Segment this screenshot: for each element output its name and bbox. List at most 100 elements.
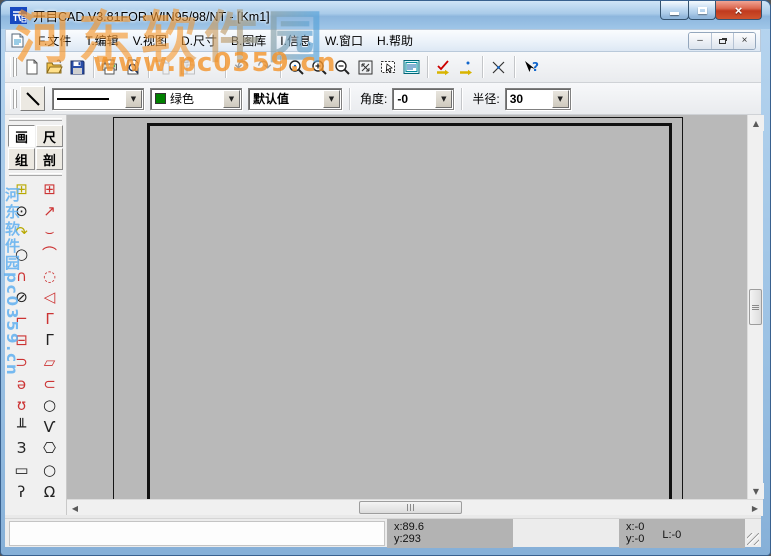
scroll-left-button[interactable]: ◀: [67, 500, 83, 516]
save-file-button[interactable]: [66, 56, 89, 79]
resize-grip[interactable]: [747, 533, 759, 545]
tool-thread[interactable]: ╨: [8, 417, 36, 439]
chevron-down-icon[interactable]: ▼: [323, 89, 340, 108]
copy-button[interactable]: [153, 56, 176, 79]
horizontal-scrollbar[interactable]: ◀ ▶: [67, 499, 763, 516]
tool-zigzag[interactable]: З: [8, 438, 36, 460]
tool-fillet[interactable]: ⌐: [8, 309, 36, 331]
paste-button[interactable]: [176, 56, 199, 79]
tool-circle-2[interactable]: ○: [36, 460, 64, 482]
tool-circle[interactable]: ○: [8, 244, 36, 266]
separator: [482, 56, 483, 78]
tool-ellipse[interactable]: ○: [36, 395, 64, 417]
tool-grid-point-red[interactable]: ⊞: [36, 179, 64, 201]
chevron-down-icon[interactable]: ▼: [551, 89, 569, 108]
menu-help[interactable]: H.帮助: [370, 30, 420, 51]
tool-arc-point[interactable]: ⌣: [36, 222, 64, 244]
vertical-scrollbar[interactable]: ▲ ▼: [747, 115, 764, 499]
apply-check-button[interactable]: [432, 56, 455, 79]
menu-info[interactable]: I.信息: [273, 30, 318, 51]
menu-window[interactable]: W.窗口: [318, 30, 370, 51]
chevron-down-icon[interactable]: ▼: [223, 89, 240, 108]
new-file-button[interactable]: [20, 56, 43, 79]
tab-group[interactable]: 组: [8, 148, 35, 170]
minimize-button[interactable]: [660, 1, 689, 20]
menu-file[interactable]: F.文件: [31, 30, 78, 51]
tool-circle-dashed[interactable]: ◌: [36, 265, 64, 287]
context-help-button[interactable]: ?: [519, 56, 542, 79]
menu-edit[interactable]: T.编辑: [78, 30, 125, 51]
print-button[interactable]: [98, 56, 121, 79]
vertical-scroll-thumb[interactable]: [749, 289, 762, 325]
close-button[interactable]: ×: [715, 1, 762, 20]
tool-arc-top[interactable]: ⌒: [36, 244, 64, 266]
print-icon: [102, 59, 117, 75]
tab-section[interactable]: 剖: [36, 148, 63, 170]
scroll-up-button[interactable]: ▲: [748, 115, 764, 131]
tool-circle-slash[interactable]: ⊘: [8, 287, 36, 309]
maximize-button[interactable]: [688, 1, 716, 20]
mdi-restore-button[interactable]: [711, 33, 733, 49]
tool-grid-point-yellow[interactable]: ⊞: [8, 179, 36, 201]
menu-view[interactable]: V.视图: [126, 30, 174, 51]
open-file-button[interactable]: [43, 56, 66, 79]
undo-button[interactable]: ↶: [230, 56, 253, 79]
menu-dimension[interactable]: D.尺寸: [174, 30, 224, 51]
tool-chamfer[interactable]: Γ: [36, 309, 64, 331]
tool-u-curve[interactable]: ⊃: [8, 352, 36, 374]
tool-arc-down[interactable]: ∩: [8, 265, 36, 287]
print-preview-button[interactable]: [121, 56, 144, 79]
tool-leader-arrow[interactable]: ↗: [36, 201, 64, 223]
scroll-down-button[interactable]: ▼: [748, 483, 764, 499]
line-style-combo[interactable]: ▼: [52, 87, 144, 110]
tool-trapezoid[interactable]: ▱: [36, 352, 64, 374]
tool-corner[interactable]: Γ: [36, 330, 64, 352]
radius-combo[interactable]: 30 ▼: [504, 87, 571, 110]
sidebar-grip[interactable]: [9, 173, 62, 176]
tool-tangent[interactable]: ◁: [36, 287, 64, 309]
color-combo[interactable]: 绿色 ▼: [150, 87, 242, 110]
mdi-close-button[interactable]: ×: [733, 33, 755, 49]
tool-hook[interactable]: ʊ: [8, 395, 36, 417]
tool-spline[interactable]: ʔ: [8, 481, 36, 503]
tool-small-curves[interactable]: ə: [8, 373, 36, 395]
tool-v-notch[interactable]: Ѵ: [36, 417, 64, 439]
form-view-button[interactable]: [400, 56, 423, 79]
zoom-window-button[interactable]: [285, 56, 308, 79]
tool-hexagon[interactable]: ⎔: [36, 438, 64, 460]
tool-bolt-view[interactable]: ⊟: [8, 330, 36, 352]
style-combo[interactable]: 默认值 ▼: [248, 87, 342, 110]
select-window-button[interactable]: [377, 56, 400, 79]
apply-point-button[interactable]: [455, 56, 478, 79]
chevron-down-icon[interactable]: ▼: [125, 89, 142, 108]
zoom-fit-button[interactable]: [354, 56, 377, 79]
line-style-sample: [57, 97, 109, 100]
scroll-right-button[interactable]: ▶: [747, 500, 763, 516]
snap-point-icon: [492, 61, 505, 73]
mdi-minimize-button[interactable]: –: [689, 33, 711, 49]
sidebar-grip[interactable]: [9, 118, 62, 121]
tool-rectangle[interactable]: ▭: [8, 460, 36, 482]
title-bar[interactable]: 开目CAD V3.81FOR WIN95/98/NT - [Km1] ×: [1, 1, 770, 29]
snap-point-button[interactable]: [487, 56, 510, 79]
line-icon: [25, 91, 40, 106]
line-tool-button[interactable]: [20, 86, 45, 111]
menu-library[interactable]: B.图库: [224, 30, 273, 51]
chevron-down-icon[interactable]: ▼: [435, 89, 453, 108]
tool-curve-hook[interactable]: ↷: [8, 222, 36, 244]
tab-draw[interactable]: 画: [8, 125, 35, 147]
tool-arc-tangent-line[interactable]: ⊂: [36, 373, 64, 395]
horizontal-scroll-thumb[interactable]: [359, 501, 462, 514]
drawing-canvas[interactable]: [67, 115, 747, 499]
tool-omega[interactable]: Ω: [36, 481, 64, 503]
open-file-icon: [46, 59, 63, 74]
tab-dimension[interactable]: 尺: [36, 125, 63, 147]
separator: [427, 56, 428, 78]
toolbar-grip[interactable]: [10, 57, 14, 77]
redo-button[interactable]: ↷: [253, 56, 276, 79]
tool-center-circle[interactable]: ⊙: [8, 201, 36, 223]
zoom-in-button[interactable]: [308, 56, 331, 79]
angle-combo[interactable]: -0 ▼: [392, 87, 455, 110]
zoom-out-button[interactable]: [331, 56, 354, 79]
toolbar-grip[interactable]: [10, 88, 14, 109]
